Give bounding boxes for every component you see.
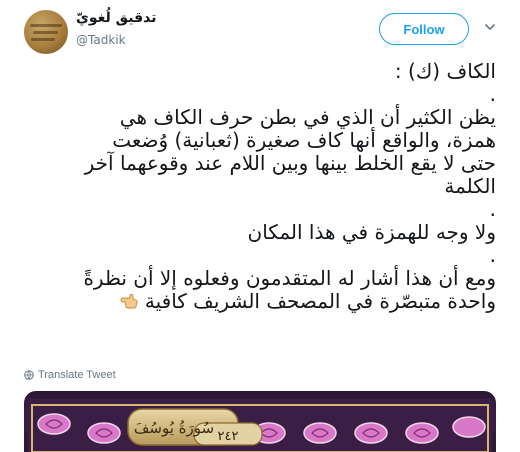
tweet-media-image[interactable]: سُورَةُ يُوسُفَ ٢٤٢ [24, 391, 496, 452]
translate-tweet-link[interactable]: Translate Tweet [24, 369, 116, 381]
tweet-line: يظن الكثير أن الذي في بطن حرف الكاف هي [119, 105, 496, 129]
tweet-line: . [489, 197, 496, 221]
tweet-line: همزة، والواقع أنها كاف صغيرة (ثعبانية) و… [112, 128, 496, 152]
tweet-line: ومع أن هذا أشار له المتقدمون وفعلوه إلا … [83, 266, 496, 290]
chevron-down-icon[interactable] [485, 22, 495, 32]
globe-icon [24, 370, 34, 380]
quran-page-banner: سُورَةُ يُوسُفَ ٢٤٢ [28, 399, 492, 452]
backhand-index-pointing-left-icon [120, 294, 138, 309]
tweet-line: ولا وجه للهمزة في هذا المكان [247, 220, 496, 244]
tweet-text: الكاف (ك) : . يظن الكثير أن الذي في بطن … [16, 60, 496, 313]
follow-button[interactable]: Follow [379, 13, 469, 45]
tweet-line: واحدة متبصّرة في المصحف الشريف كافية [144, 289, 496, 313]
tweet-line: . [489, 243, 496, 267]
tweet-line: . [489, 82, 496, 106]
avatar[interactable] [24, 10, 68, 54]
translate-label: Translate Tweet [38, 369, 116, 381]
banner-number: ٢٤٢ [218, 429, 239, 444]
tweet-line-last: واحدة متبصّرة في المصحف الشريف كافية [16, 290, 496, 313]
tweet-header: تدقيق لُغويّ @Tadkik Follow [0, 0, 520, 60]
tweet-line: الكلمة [444, 174, 496, 198]
user-handle[interactable]: @Tadkik [76, 33, 126, 47]
tweet-line: الكاف (ك) : [394, 59, 496, 83]
banner-title: سُورَةُ يُوسُفَ [134, 419, 214, 437]
tweet-line: حتى لا يقع الخلط بينها وبين اللام عند وق… [84, 151, 496, 175]
user-display-name[interactable]: تدقيق لُغويّ [76, 10, 157, 26]
